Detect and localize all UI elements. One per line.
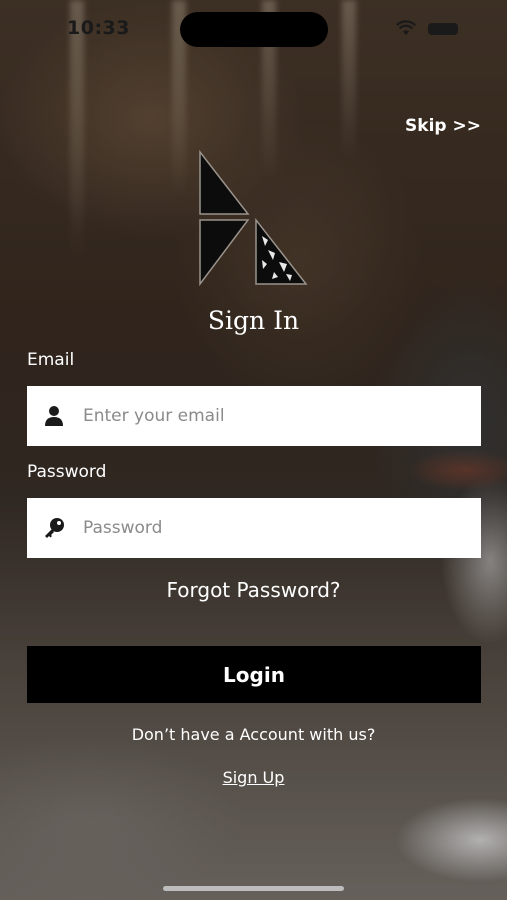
signup-link-container[interactable]: Sign Up: [0, 768, 507, 787]
email-field[interactable]: [83, 386, 463, 446]
dynamic-island: [180, 12, 328, 47]
status-time: 10:33: [67, 17, 130, 39]
signup-link[interactable]: Sign Up: [223, 768, 285, 787]
login-button[interactable]: Login: [27, 646, 481, 703]
skip-link[interactable]: Skip >>: [405, 116, 481, 136]
key-icon: [45, 518, 64, 538]
forgot-password-link[interactable]: Forgot Password?: [0, 578, 507, 602]
signup-prompt: Don’t have a Account with us?: [131, 725, 376, 744]
brand-logo-icon: [199, 150, 308, 287]
email-field-container[interactable]: [27, 386, 481, 446]
password-label: Password: [27, 462, 107, 482]
password-field-container[interactable]: [27, 498, 481, 558]
password-field[interactable]: [83, 498, 463, 558]
battery-icon: [428, 23, 458, 35]
home-indicator: [163, 886, 344, 891]
email-label: Email: [27, 350, 75, 370]
user-icon: [45, 406, 63, 426]
wifi-icon: [396, 20, 416, 35]
page-title: Sign In: [207, 306, 300, 335]
